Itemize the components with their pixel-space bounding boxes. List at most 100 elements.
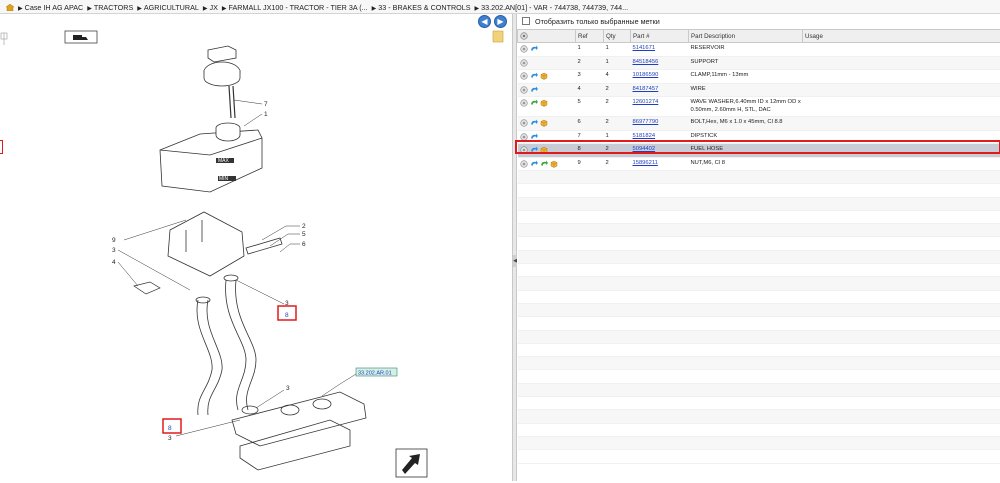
col-usage[interactable]: Usage [803,30,1000,43]
part-number-link-wrap[interactable]: 15896211 [631,157,689,171]
breadcrumb-item[interactable]: ▶33 - BRAKES & CONTROLS [372,3,471,12]
arrow-blue-icon[interactable] [530,146,538,154]
breadcrumb-item[interactable]: ▶33.202.AN[01] - VAR - 744738, 744739, 7… [475,3,629,12]
arrow-green-icon[interactable] [530,99,538,107]
col-qty[interactable]: Qty [604,30,631,43]
package-box-icon[interactable] [540,72,548,80]
part-number-link-wrap[interactable]: 5181824 [631,130,689,144]
arrow-blue-icon[interactable] [530,45,538,53]
max-mark: MAX [218,158,230,164]
info-circle-icon[interactable] [520,86,528,94]
breadcrumb-label[interactable]: 33 - BRAKES & CONTROLS [378,3,470,12]
note-icon[interactable] [493,31,503,42]
table-row[interactable]: 715181824DIPSTICK [518,130,1000,144]
part-number-link[interactable]: 12601274 [633,99,659,105]
ref-cell: 8 [578,146,581,152]
info-circle-icon[interactable] [520,99,528,107]
info-circle-icon[interactable] [520,59,528,67]
part-number-link-wrap[interactable]: 86977790 [631,117,689,131]
exploded-diagram[interactable]: MAX MIN [0,28,512,481]
part-number-link[interactable]: 5181824 [633,133,656,139]
info-circle-icon[interactable] [520,133,528,141]
part-number-link-wrap[interactable]: 84187457 [631,83,689,97]
part-number-link-wrap[interactable]: 84518456 [631,56,689,70]
table-row[interactable]: 6286977790BOLT,Hex, M6 x 1.0 x 45mm, Cl … [518,117,1000,131]
part-number-link-wrap[interactable]: 5141671 [631,43,689,57]
table-row[interactable]: 115141671RESERVOIR [518,43,1000,57]
breadcrumb-item[interactable]: ▶FARMALL JX100 - TRACTOR - TIER 3A (... [222,3,368,12]
callout-3d[interactable]: 3 [168,435,172,442]
truck-view-icon[interactable] [65,31,97,43]
table-row[interactable]: 825094402FUEL HOSE [518,144,1000,158]
info-circle-icon[interactable] [520,45,528,53]
breadcrumb-item[interactable]: ▶TRACTORS [87,3,133,12]
diagram-pin-icon[interactable] [1,33,7,45]
callout-1[interactable]: 1 [264,111,268,118]
package-box-icon[interactable] [540,146,548,154]
ref-tag[interactable]: 33.202.AR.01 [358,371,392,377]
table-row[interactable]: 4284187457WIRE [518,83,1000,97]
next-page-icon[interactable] [396,449,427,477]
callout-4[interactable]: 4 [112,259,116,266]
arrow-blue-icon[interactable] [530,72,538,80]
ref-cell-wrap: 4 [576,83,604,97]
callout-8a[interactable]: 8 [285,312,289,319]
part-number-link-wrap[interactable]: 12601274 [631,97,689,117]
callout-6[interactable]: 6 [302,241,306,248]
callout-3c[interactable]: 3 [286,385,290,392]
part-number-link[interactable]: 84187457 [633,86,659,92]
arrow-blue-icon[interactable] [530,119,538,127]
arrow-blue-icon[interactable] [530,160,538,168]
callout-5[interactable]: 5 [302,231,306,238]
part-number-link[interactable]: 84518456 [633,59,659,65]
package-box-icon[interactable] [550,160,558,168]
qty-cell: 2 [606,119,609,125]
forward-button[interactable]: ▶ [494,15,507,28]
package-box-icon[interactable] [540,119,548,127]
table-row[interactable]: 2184518456SUPPORT [518,56,1000,70]
callout-2[interactable]: 2 [302,223,306,230]
col-icons[interactable] [518,30,576,43]
breadcrumb-label[interactable]: FARMALL JX100 - TRACTOR - TIER 3A (... [229,3,368,12]
part-number-link-wrap[interactable]: 10186590 [631,70,689,84]
arrow-blue-icon[interactable] [530,86,538,94]
callout-9[interactable]: 9 [112,237,116,244]
settings-icon[interactable] [520,32,528,40]
ref-cell: 4 [578,86,581,92]
arrow-green-icon[interactable] [540,160,548,168]
usage-cell [803,70,1000,84]
col-part[interactable]: Part # [631,30,689,43]
breadcrumb-label[interactable]: 33.202.AN[01] - VAR - 744738, 744739, 74… [481,3,628,12]
breadcrumb-label[interactable]: AGRICULTURAL [144,3,199,12]
part-number-link[interactable]: 10186590 [633,72,659,78]
col-ref[interactable]: Ref [576,30,604,43]
breadcrumb-item[interactable]: ▶Case IH AG APAC [18,3,83,12]
table-row[interactable]: 5212601274WAVE WASHER,6.40mm ID x 12mm O… [518,97,1000,117]
callout-3a[interactable]: 3 [112,247,116,254]
callout-8b[interactable]: 8 [168,425,172,432]
info-circle-icon[interactable] [520,72,528,80]
part-number-link[interactable]: 86977790 [633,119,659,125]
part-number-link[interactable]: 5141671 [633,45,656,51]
part-number-link[interactable]: 15896211 [633,160,658,166]
breadcrumb-item[interactable]: ▶JX [203,3,218,12]
back-button[interactable]: ◀ [478,15,491,28]
info-circle-icon[interactable] [520,146,528,154]
breadcrumb-label[interactable]: Case IH AG APAC [25,3,84,12]
part-number-link[interactable]: 5094402 [633,146,656,152]
breadcrumb-label[interactable]: TRACTORS [94,3,133,12]
breadcrumb-label[interactable]: JX [209,3,217,12]
info-circle-icon[interactable] [520,160,528,168]
breadcrumb-item[interactable]: ▶AGRICULTURAL [137,3,199,12]
table-row[interactable]: 9215896211NUT,M6, Cl 8 [518,157,1000,171]
package-box-icon[interactable] [540,99,548,107]
table-row[interactable]: 3410186590CLAMP,11mm - 13mm [518,70,1000,84]
diagram-panel[interactable]: MAX MIN [0,28,512,481]
info-circle-icon[interactable] [520,119,528,127]
part-number-link-wrap[interactable]: 5094402 [631,144,689,158]
callout-7[interactable]: 7 [264,101,268,108]
show-selected-checkbox[interactable] [522,17,530,25]
col-desc[interactable]: Part Description [689,30,803,43]
home-icon[interactable] [6,4,14,11]
arrow-blue-icon[interactable] [530,133,538,141]
